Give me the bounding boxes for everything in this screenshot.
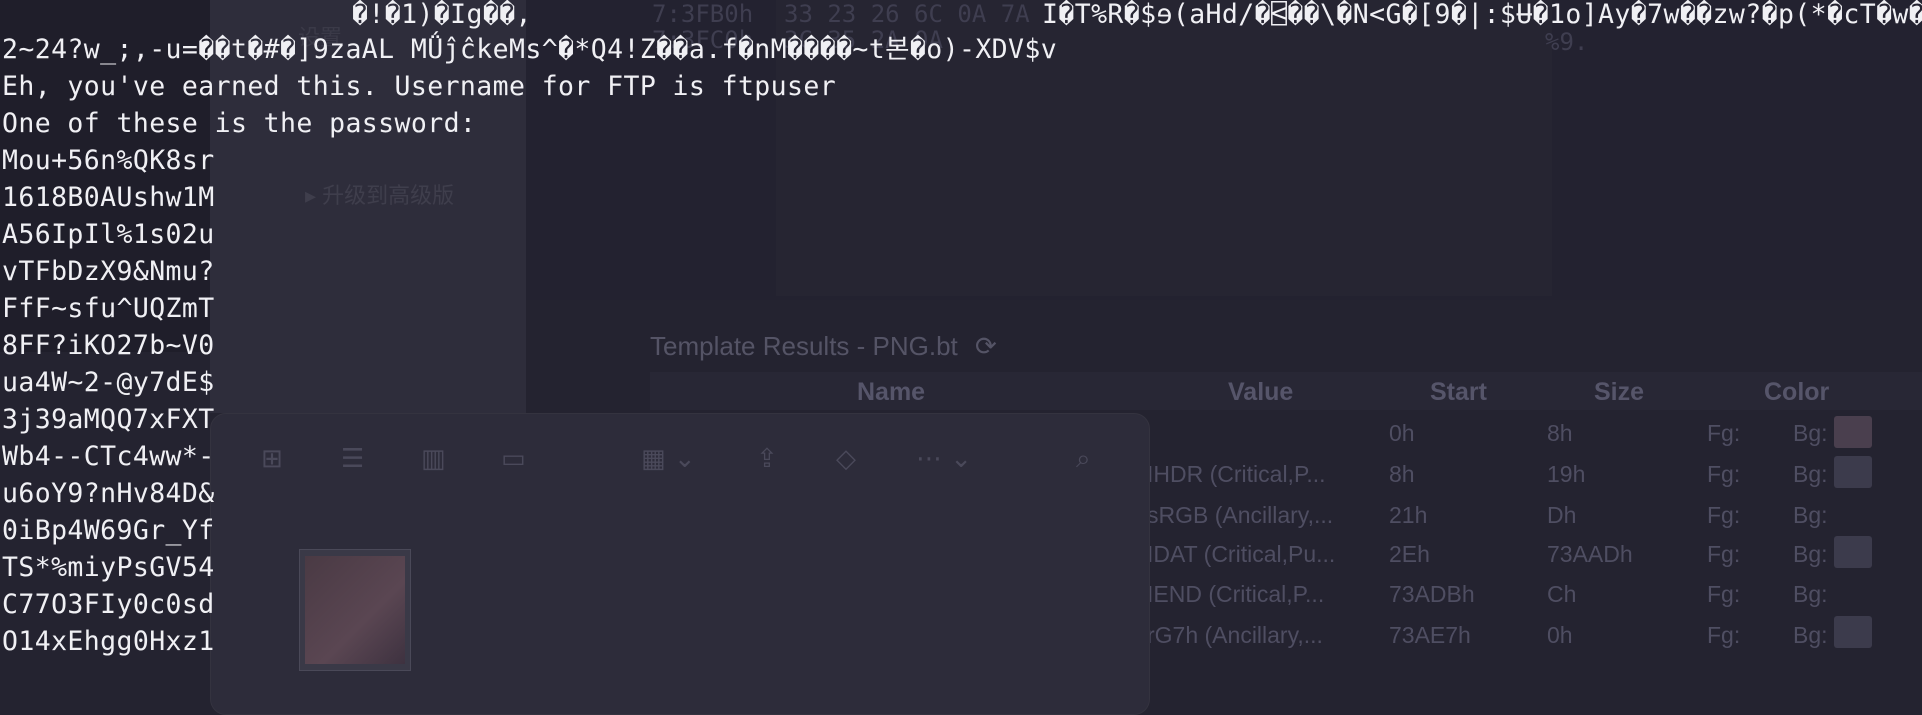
terminal-message: Eh, you've earned this. Username for FTP… <box>2 71 837 102</box>
share-icon[interactable]: ⇪ <box>756 444 778 474</box>
cell-size: 8h <box>1547 420 1573 446</box>
password-line: 1618B0AUshw1M <box>2 182 215 213</box>
upgrade-label: 升级到高级版 <box>322 183 455 208</box>
column-header-color[interactable]: Color <box>1764 378 1829 407</box>
password-line: vTFbDzX9&Nmu? <box>2 256 215 287</box>
password-line: O14xEhgg0Hxz1 <box>2 626 215 657</box>
password-line: FfF~sfu^UQZmT <box>2 293 215 324</box>
cell-start: 8h <box>1389 461 1415 487</box>
password-line: A56IpIl%1s02u <box>2 219 215 250</box>
cell-start: 73AE7h <box>1389 622 1471 648</box>
password-line: 3j39aMQQ7xFXT <box>2 404 215 435</box>
column-header-size[interactable]: Size <box>1594 378 1644 407</box>
cell-start: 2Eh <box>1389 541 1430 567</box>
list-view-icon[interactable]: ☰ <box>341 444 364 474</box>
cell-bg: Bg: <box>1793 581 1828 607</box>
bg-color-swatch[interactable] <box>1834 616 1872 648</box>
cell-bg: Bg: <box>1793 622 1828 648</box>
password-line: 0iBp4W69Gr_Yf <box>2 515 215 546</box>
password-line: TS*%miyPsGV54 <box>2 552 215 583</box>
cell-size: Dh <box>1547 502 1577 528</box>
cell-size: Ch <box>1547 581 1577 607</box>
bg-color-swatch[interactable] <box>1834 456 1872 488</box>
terminal-garbage-line: 2~24?w_;,-u=��t�#�]9zaAL MǗĵĉkeMs^�*Q4!Z… <box>2 34 1058 65</box>
column-view-icon[interactable]: ▥ <box>421 444 446 474</box>
terminal-garbage-line: I�T%R�$ɘ(aHd/�⍃��\�N<G�[9�|:$Ʉ�1o]Ay�7w�… <box>1042 0 1922 30</box>
column-header-name[interactable]: Name <box>857 378 925 407</box>
cell-bg: Bg: <box>1793 541 1828 567</box>
hex-address: 7:3FB0h <box>652 0 754 28</box>
password-line: Wb4--CTc4ww*- <box>2 441 215 472</box>
table-header-row: Name Value Start Size Color <box>650 372 1922 410</box>
cell-bg: Bg: <box>1793 420 1828 446</box>
gallery-view-icon[interactable]: ▭ <box>501 444 526 474</box>
image-thumbnail[interactable] <box>299 549 411 671</box>
cell-fg: Fg: <box>1707 581 1741 607</box>
hex-bytes: 33 23 26 6C 0A 7A <box>784 0 1030 28</box>
cell-value: IDAT (Critical,Pu... <box>1147 541 1336 567</box>
cell-value: IEND (Critical,P... <box>1147 581 1325 607</box>
cell-size: 19h <box>1547 461 1586 487</box>
cell-fg: Fg: <box>1707 541 1741 567</box>
column-header-value[interactable]: Value <box>1228 378 1293 407</box>
cell-fg: Fg: <box>1707 420 1741 446</box>
template-results-title: Template Results - PNG.bt ⟳ <box>650 331 997 362</box>
cell-value: rG7h (Ancillary,... <box>1147 622 1323 648</box>
cell-bg: Bg: <box>1793 502 1828 528</box>
password-line: Mou+56n%QK8sr <box>2 145 215 176</box>
cell-bg: Bg: <box>1793 461 1828 487</box>
upgrade-menu-item[interactable]: ▸ 升级到高级版 <box>305 178 454 210</box>
column-header-start[interactable]: Start <box>1430 378 1487 407</box>
cell-start: 0h <box>1389 420 1415 446</box>
template-results-label: Template Results - PNG.bt <box>650 331 958 361</box>
password-line: C77O3FIy0c0sd <box>2 589 215 620</box>
password-line: ua4W~2-@y7dE$ <box>2 367 215 398</box>
more-icon[interactable]: ⋯ ⌄ <box>916 444 972 474</box>
terminal-garbage-line: �!�1)�Ig��, <box>352 0 532 30</box>
bg-color-swatch[interactable] <box>1834 536 1872 568</box>
cell-value: IHDR (Critical,P... <box>1147 461 1326 487</box>
triangle-icon: ▸ <box>305 183 323 208</box>
cell-fg: Fg: <box>1707 622 1741 648</box>
search-icon[interactable]: ⌕ <box>1076 444 1091 475</box>
refresh-icon[interactable]: ⟳ <box>975 331 997 361</box>
grid-view-icon[interactable]: ⊞ <box>261 444 283 474</box>
cell-size: 0h <box>1547 622 1573 648</box>
password-line: 8FF?iKO27b~V0 <box>2 330 215 361</box>
cell-start: 73ADBh <box>1389 581 1475 607</box>
thumbnail-image <box>305 556 405 664</box>
finder-window: ⊞ ☰ ▥ ▭ ▦ ⌄ ⇪ ◇ ⋯ ⌄ ⌕ <box>210 413 1150 715</box>
cell-fg: Fg: <box>1707 461 1741 487</box>
terminal-message: One of these is the password: <box>2 108 477 139</box>
password-line: u6oY9?nHv84D& <box>2 478 215 509</box>
cell-value: sRGB (Ancillary,... <box>1147 502 1334 528</box>
tag-icon[interactable]: ◇ <box>836 444 856 474</box>
group-icon[interactable]: ▦ ⌄ <box>641 444 696 474</box>
cell-start: 21h <box>1389 502 1428 528</box>
cell-size: 73AADh <box>1547 541 1633 567</box>
cell-fg: Fg: <box>1707 502 1741 528</box>
bg-color-swatch[interactable] <box>1834 416 1872 448</box>
